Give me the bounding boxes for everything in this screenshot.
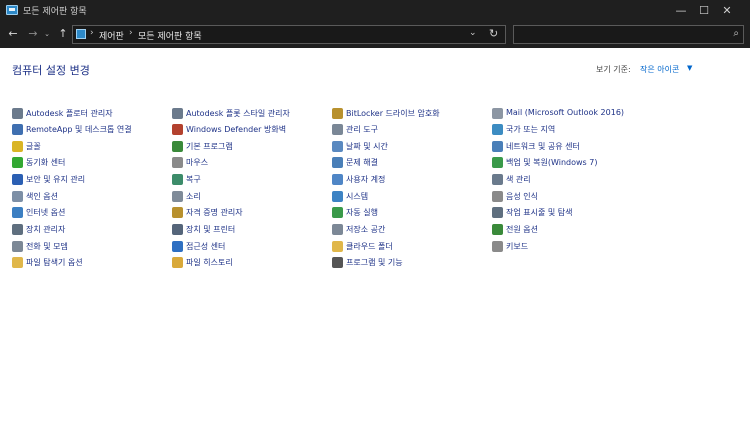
default-programs-icon	[172, 141, 183, 152]
firewall-icon	[172, 124, 183, 135]
storage-icon	[332, 224, 343, 235]
cloud-folder-icon	[332, 241, 343, 252]
clock-icon	[332, 141, 343, 152]
keyboard-icon	[492, 241, 503, 252]
recovery-icon	[172, 174, 183, 185]
remoteapp-icon	[12, 124, 23, 135]
plotter-icon	[12, 108, 23, 119]
mail-icon	[492, 108, 503, 119]
bitlocker-icon	[332, 108, 343, 119]
network-icon	[492, 141, 503, 152]
color-management-icon	[492, 174, 503, 185]
printer-icon	[172, 224, 183, 235]
power-icon	[492, 224, 503, 235]
user-accounts-icon	[332, 174, 343, 185]
accessibility-icon	[172, 241, 183, 252]
troubleshoot-icon	[332, 157, 343, 168]
backup-icon	[492, 157, 503, 168]
file-history-icon	[172, 257, 183, 268]
font-icon	[12, 141, 23, 152]
mouse-icon	[172, 157, 183, 168]
plot-style-icon	[172, 108, 183, 119]
programs-icon	[332, 257, 343, 268]
sync-icon	[12, 157, 23, 168]
device-manager-icon	[12, 224, 23, 235]
microphone-icon	[492, 191, 503, 202]
modem-icon	[12, 241, 23, 252]
folder-options-icon	[12, 257, 23, 268]
control-panel-items: Autodesk 플로터 관리자 RemoteApp 및 데스크톱 연결 글꼴 …	[0, 0, 750, 422]
flag-icon	[12, 174, 23, 185]
internet-icon	[12, 207, 23, 218]
credential-icon	[172, 207, 183, 218]
region-icon	[492, 124, 503, 135]
admin-tools-icon	[332, 124, 343, 135]
speaker-icon	[172, 191, 183, 202]
autoplay-icon	[332, 207, 343, 218]
system-icon	[332, 191, 343, 202]
taskbar-icon	[492, 207, 503, 218]
search-index-icon	[12, 191, 23, 202]
